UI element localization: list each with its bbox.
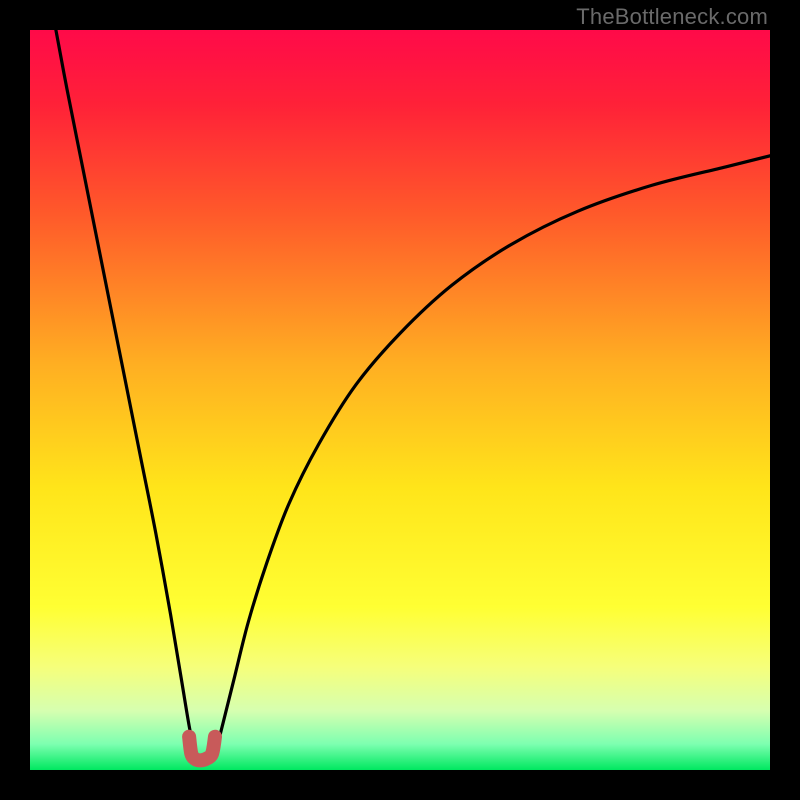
bottleneck-curve-chart (30, 30, 770, 770)
watermark-text: TheBottleneck.com (576, 4, 768, 30)
chart-frame: TheBottleneck.com (0, 0, 800, 800)
gradient-background (30, 30, 770, 770)
plot-area (30, 30, 770, 770)
